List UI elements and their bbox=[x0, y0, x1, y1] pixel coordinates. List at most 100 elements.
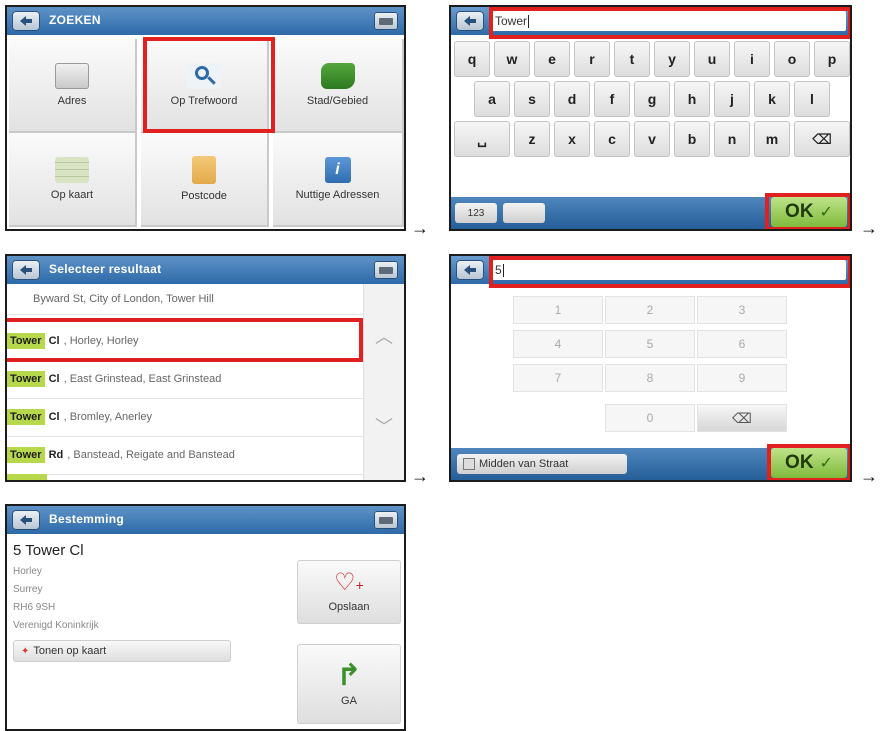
show-on-map-label: Tonen op kaart bbox=[33, 645, 107, 657]
magnifier-icon bbox=[187, 63, 221, 89]
step-arrow: → bbox=[411, 218, 429, 238]
key-m[interactable]: m bbox=[754, 121, 790, 157]
key-o[interactable]: o bbox=[774, 41, 810, 77]
tile-label: Op kaart bbox=[50, 189, 94, 201]
save-button[interactable]: ♡+ Opslaan bbox=[297, 560, 401, 624]
num-key-6[interactable]: 6 bbox=[697, 330, 787, 358]
num-key-9[interactable]: 9 bbox=[697, 364, 787, 392]
list-item[interactable]: Tower Cl, Bromley, Anerley bbox=[7, 398, 363, 437]
search-input[interactable]: Tower bbox=[489, 11, 846, 31]
key-i[interactable]: i bbox=[734, 41, 770, 77]
key-q[interactable]: q bbox=[454, 41, 490, 77]
page-title: ZOEKEN bbox=[49, 13, 101, 27]
tile-on-map[interactable]: Op kaart bbox=[9, 133, 137, 227]
list-item[interactable]: Tower Rd, Banstead, Reigate and Banstead bbox=[7, 436, 363, 475]
key-t[interactable]: t bbox=[614, 41, 650, 77]
key-j[interactable]: j bbox=[714, 81, 750, 117]
key-c[interactable]: c bbox=[594, 121, 630, 157]
list-item bbox=[7, 474, 47, 480]
ok-label: OK bbox=[785, 452, 814, 473]
mode-123-button[interactable]: 123 bbox=[455, 203, 497, 223]
middle-of-street-button[interactable]: Midden van Straat bbox=[457, 454, 627, 474]
list-item[interactable]: Tower Cl, East Grinstead, East Grinstead bbox=[7, 360, 363, 399]
tile-keyword[interactable]: Op Trefwoord bbox=[141, 39, 269, 133]
num-key-7[interactable]: 7 bbox=[513, 364, 603, 392]
grid-map-icon bbox=[55, 157, 89, 183]
key-u[interactable]: u bbox=[694, 41, 730, 77]
step-arrow: → bbox=[860, 218, 878, 238]
go-label: GA bbox=[341, 695, 357, 707]
title-bar: Bestemming bbox=[7, 506, 404, 534]
ok-button[interactable]: OK ✓ bbox=[771, 197, 847, 227]
key-l[interactable]: l bbox=[794, 81, 830, 117]
back-arrow-icon bbox=[20, 16, 32, 26]
tile-label: Stad/Gebied bbox=[306, 95, 369, 107]
pin-icon: ✦ bbox=[21, 645, 30, 657]
num-key-3[interactable]: 3 bbox=[697, 296, 787, 324]
back-button[interactable] bbox=[12, 11, 40, 31]
key-f[interactable]: f bbox=[594, 81, 630, 117]
tile-useful-addresses[interactable]: i Nuttige Adressen bbox=[273, 133, 404, 227]
back-button[interactable] bbox=[456, 11, 484, 31]
back-button[interactable] bbox=[12, 260, 40, 280]
go-button[interactable]: ↱ GA bbox=[297, 644, 401, 724]
checkmark-icon: ✓ bbox=[819, 455, 833, 472]
keyboard-layout-button[interactable] bbox=[503, 203, 545, 223]
result-text: , Banstead, Reigate and Banstead bbox=[67, 449, 235, 461]
num-key-5[interactable]: 5 bbox=[605, 330, 695, 358]
num-key-4[interactable]: 4 bbox=[513, 330, 603, 358]
page-title: Bestemming bbox=[49, 512, 125, 526]
scroll-down-icon[interactable]: ﹀ bbox=[372, 414, 396, 438]
key-r[interactable]: r bbox=[574, 41, 610, 77]
key-k[interactable]: k bbox=[754, 81, 790, 117]
tile-postcode[interactable]: Postcode bbox=[141, 133, 269, 227]
scroll-up-icon[interactable]: ︿ bbox=[372, 324, 396, 348]
step-arrow: → bbox=[411, 466, 429, 486]
key-d[interactable]: d bbox=[554, 81, 590, 117]
num-key-2[interactable]: 2 bbox=[605, 296, 695, 324]
key-p[interactable]: p bbox=[814, 41, 850, 77]
title-bar: Tower bbox=[451, 7, 850, 35]
show-on-map-button[interactable]: ✦ Tonen op kaart bbox=[13, 640, 231, 662]
key-y[interactable]: y bbox=[654, 41, 690, 77]
envelope-icon bbox=[192, 156, 216, 184]
middle-of-street-label: Midden van Straat bbox=[479, 458, 569, 470]
back-button[interactable] bbox=[12, 510, 40, 530]
key-e[interactable]: e bbox=[534, 41, 570, 77]
key-n[interactable]: n bbox=[714, 121, 750, 157]
house-number-value: 5 bbox=[495, 263, 502, 277]
key-space[interactable]: ␣ bbox=[454, 121, 510, 157]
key-b[interactable]: b bbox=[674, 121, 710, 157]
num-key-backspace[interactable]: ⌫ bbox=[697, 404, 787, 432]
list-item[interactable]: Byward St, City of London, Tower Hill bbox=[7, 284, 363, 315]
tile-label: Op Trefwoord bbox=[170, 95, 238, 107]
tile-address[interactable]: Adres bbox=[9, 39, 137, 133]
house-number-input[interactable]: 5 bbox=[489, 260, 846, 280]
keyboard-toggle-button[interactable] bbox=[374, 261, 398, 279]
key-g[interactable]: g bbox=[634, 81, 670, 117]
key-v[interactable]: v bbox=[634, 121, 670, 157]
back-arrow-icon bbox=[464, 265, 476, 275]
title-bar: 5 bbox=[451, 256, 850, 284]
key-w[interactable]: w bbox=[494, 41, 530, 77]
scroll-column: ︿ ﹀ bbox=[363, 284, 404, 480]
key-backspace[interactable]: ⌫ bbox=[794, 121, 850, 157]
tile-city-area[interactable]: Stad/Gebied bbox=[273, 39, 404, 133]
keyboard-icon bbox=[55, 63, 89, 89]
list-item[interactable]: Tower Cl, Horley, Horley bbox=[7, 322, 363, 361]
key-s[interactable]: s bbox=[514, 81, 550, 117]
back-arrow-icon bbox=[464, 16, 476, 26]
key-h[interactable]: h bbox=[674, 81, 710, 117]
back-button[interactable] bbox=[456, 260, 484, 280]
key-z[interactable]: z bbox=[514, 121, 550, 157]
num-key-8[interactable]: 8 bbox=[605, 364, 695, 392]
num-key-0[interactable]: 0 bbox=[605, 404, 695, 432]
key-a[interactable]: a bbox=[474, 81, 510, 117]
ok-button[interactable]: OK ✓ bbox=[771, 448, 847, 478]
key-x[interactable]: x bbox=[554, 121, 590, 157]
keyboard-toggle-button[interactable] bbox=[374, 511, 398, 529]
keyboard-toggle-button[interactable] bbox=[374, 12, 398, 30]
street-type: Cl bbox=[48, 373, 60, 385]
street-type: Rd bbox=[48, 449, 64, 461]
num-key-1[interactable]: 1 bbox=[513, 296, 603, 324]
